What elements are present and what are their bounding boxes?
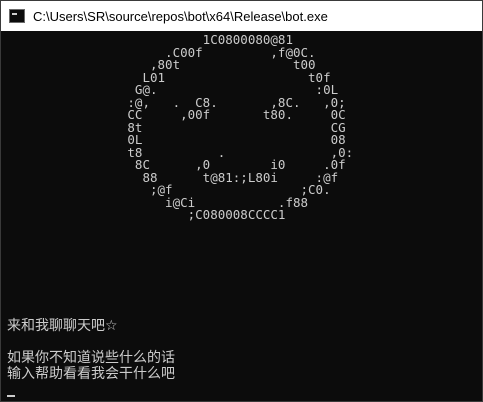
window-title: C:\Users\SR\source\repos\bot\x64\Release… [33,8,328,24]
console-output[interactable]: 1C0800080@81 .C00f ,f@0C. ,80t t00 L01 t… [7,33,482,401]
console-app-icon [9,9,25,23]
title-bar[interactable]: C:\Users\SR\source\repos\bot\x64\Release… [1,1,482,31]
ascii-art: 1C0800080@81 .C00f ,f@0C. ,80t t00 L01 t… [7,33,353,222]
greeting-text: 来和我聊聊天吧☆ [7,318,118,334]
text-cursor [7,395,15,397]
hint-text-line-1: 如果你不知道说些什么的话 [7,350,175,366]
hint-text-line-2: 输入帮助看看我会干什么吧 [7,366,175,382]
console-window: C:\Users\SR\source\repos\bot\x64\Release… [0,0,483,402]
ascii-art-line: ;C080008CCCC1 [7,207,286,222]
